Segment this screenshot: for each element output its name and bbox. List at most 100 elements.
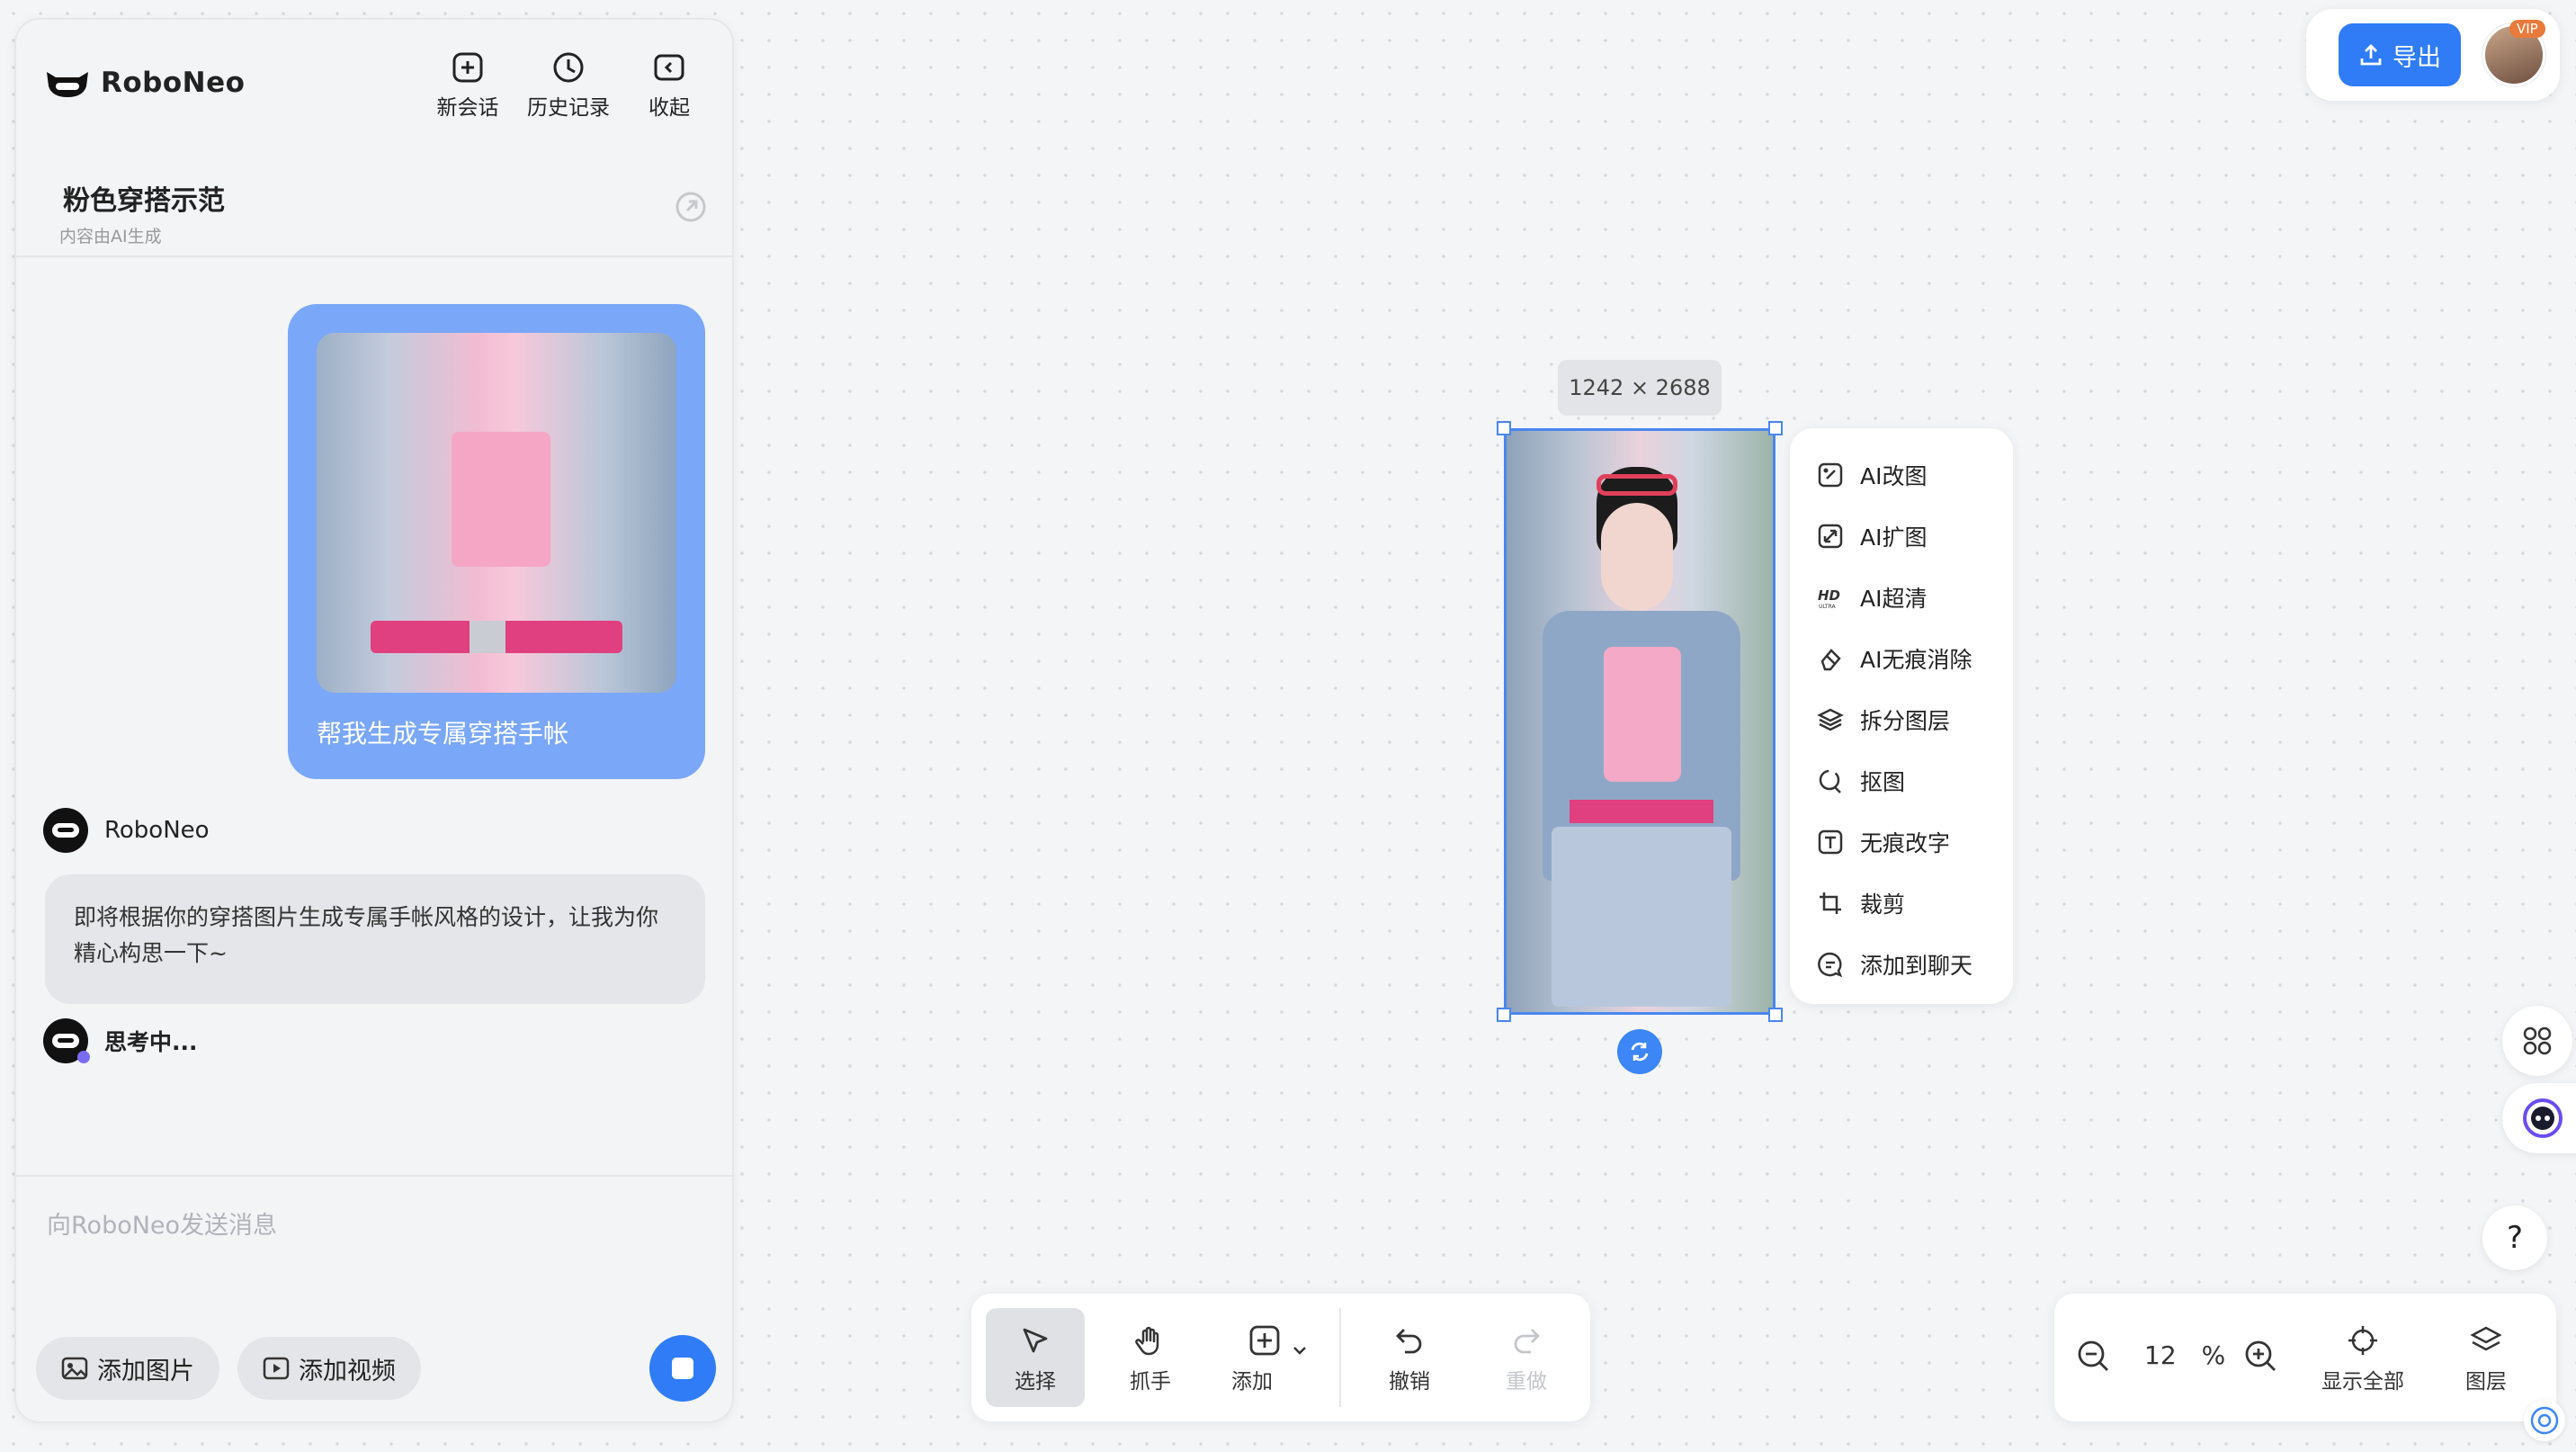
roboneo-logo-icon — [47, 72, 88, 97]
collapse-label: 收起 — [648, 96, 690, 120]
ai-expand-icon — [1818, 524, 1843, 549]
add-video-button[interactable]: 添加视频 — [237, 1337, 421, 1400]
resize-handle-bl[interactable] — [1497, 1008, 1511, 1022]
header-divider — [16, 255, 732, 257]
composer-divider — [16, 1175, 732, 1177]
stop-button[interactable] — [649, 1335, 716, 1402]
hd-icon: HDULTRA — [1818, 587, 1840, 610]
new-chat-icon — [452, 52, 483, 83]
bot-header: RoboNeo — [43, 808, 210, 853]
select-label: 选择 — [1015, 1370, 1056, 1394]
help-button[interactable]: ? — [2482, 1206, 2547, 1270]
upload-icon — [2360, 44, 2382, 66]
layers-panel-icon — [2470, 1326, 2502, 1351]
export-button[interactable]: 导出 — [2339, 23, 2461, 86]
share-icon[interactable] — [673, 189, 709, 225]
bot-message: 即将根据你的穿搭图片生成专属手帐风格的设计，让我为你精心构思一下~ — [45, 874, 705, 1004]
chat-add-icon — [1818, 952, 1843, 978]
menu-label: AI无痕消除 — [1860, 647, 1972, 673]
assistant-button[interactable] — [2502, 1083, 2576, 1153]
cutout-icon — [1819, 769, 1841, 793]
apps-button[interactable] — [2502, 1006, 2572, 1076]
support-button[interactable] — [2524, 1400, 2565, 1441]
image-size-label: 1242 × 2688 — [1558, 360, 1722, 416]
history-button[interactable]: 历史记录 — [523, 50, 613, 121]
menu-label: 添加到聊天 — [1860, 953, 1973, 979]
add-square-icon — [1249, 1325, 1280, 1356]
svg-text:ULTRA: ULTRA — [1819, 604, 1836, 610]
user-message: 帮我生成专属穿搭手帐 — [288, 304, 705, 779]
add-tool[interactable]: 添加 — [1202, 1308, 1328, 1407]
crop-icon — [1820, 892, 1841, 914]
zoom-out-icon[interactable] — [2076, 1339, 2112, 1375]
cursor-icon — [1023, 1328, 1048, 1353]
stop-icon — [672, 1358, 693, 1379]
redo-button[interactable]: 重做 — [1477, 1308, 1576, 1407]
fit-all-button[interactable]: 显示全部 — [2304, 1308, 2421, 1407]
bot-avatar-small — [43, 1018, 90, 1063]
refresh-icon — [1631, 1042, 1649, 1062]
chevron-down-icon[interactable] — [1290, 1340, 1310, 1360]
menu-crop[interactable]: 裁剪 — [1790, 873, 2013, 934]
select-tool[interactable]: 选择 — [986, 1308, 1085, 1407]
menu-split-layers[interactable]: 拆分图层 — [1790, 689, 2013, 750]
thinking-status: 思考中... — [43, 1018, 198, 1063]
chat-panel: RoboNeo 新会话 历史记录 收起 粉色穿搭示范 内容由AI生成 帮我生成专… — [14, 18, 734, 1423]
menu-add-to-chat[interactable]: 添加到聊天 — [1790, 934, 2013, 995]
brand: RoboNeo — [43, 65, 245, 101]
canvas-image[interactable] — [1504, 428, 1775, 1015]
fit-all-label: 显示全部 — [2321, 1370, 2404, 1394]
resize-handle-tl[interactable] — [1497, 421, 1511, 435]
layers-icon — [1817, 708, 1844, 731]
clock-icon — [553, 52, 584, 83]
apps-grid-icon — [2523, 1026, 2552, 1055]
video-icon — [263, 1357, 290, 1380]
zoom-in-icon[interactable] — [2243, 1339, 2279, 1375]
hand-label: 抓手 — [1130, 1370, 1171, 1394]
zoom-unit: % — [2201, 1340, 2226, 1370]
zoom-readout[interactable]: 12 % — [2144, 1340, 2225, 1370]
top-right-bar: 导出 VIP — [2306, 9, 2560, 101]
menu-label: 抠图 — [1860, 769, 1906, 795]
menu-ai-expand[interactable]: AI扩图 — [1790, 506, 2013, 567]
menu-label: 无痕改字 — [1860, 830, 1951, 856]
new-chat-button[interactable]: 新会话 — [423, 50, 513, 121]
zoom-value: 12 — [2144, 1340, 2177, 1370]
collapse-button[interactable]: 收起 — [624, 50, 714, 121]
zoom-bar: 12 % 显示全部 图层 — [2054, 1294, 2556, 1421]
menu-cutout[interactable]: 抠图 — [1790, 750, 2013, 811]
history-label: 历史记录 — [527, 96, 610, 120]
image-icon — [61, 1357, 88, 1380]
rotate-button[interactable] — [1617, 1029, 1662, 1074]
menu-ai-erase[interactable]: AI无痕消除 — [1790, 628, 2013, 689]
menu-label: AI超清 — [1860, 586, 1928, 612]
menu-text-edit[interactable]: 无痕改字 — [1790, 811, 2013, 873]
assistant-face-icon — [2523, 1098, 2563, 1138]
help-icon: ? — [2506, 1220, 2524, 1256]
layers-button[interactable]: 图层 — [2432, 1308, 2540, 1407]
redo-icon — [1514, 1329, 1540, 1354]
menu-label: 裁剪 — [1860, 892, 1906, 918]
message-input[interactable]: 向RoboNeo发送消息 — [47, 1206, 277, 1241]
resize-handle-br[interactable] — [1768, 1008, 1783, 1022]
menu-ai-hd[interactable]: HD ULTRA AI超清 — [1790, 567, 2013, 628]
vip-badge: VIP — [2509, 20, 2545, 38]
svg-text:HD: HD — [1818, 587, 1840, 604]
user-outfit-image[interactable] — [317, 333, 676, 693]
resize-handle-tr[interactable] — [1768, 421, 1783, 435]
collapse-icon — [654, 54, 684, 81]
undo-button[interactable]: 撤销 — [1360, 1308, 1459, 1407]
thinking-text: 思考中... — [104, 1029, 198, 1055]
add-image-button[interactable]: 添加图片 — [36, 1337, 219, 1400]
menu-ai-edit[interactable]: AI改图 — [1790, 444, 2013, 506]
bot-name: RoboNeo — [104, 817, 210, 844]
hand-tool[interactable]: 抓手 — [1101, 1308, 1200, 1407]
menu-label: 拆分图层 — [1860, 708, 1951, 734]
support-icon — [2530, 1406, 2559, 1435]
fit-all-icon — [2348, 1326, 2377, 1355]
new-chat-label: 新会话 — [436, 96, 499, 120]
bot-avatar — [43, 808, 88, 853]
add-video-label: 添加视频 — [299, 1357, 396, 1385]
ai-generated-note: 内容由AI生成 — [59, 227, 162, 246]
ai-edit-icon — [1818, 462, 1843, 488]
